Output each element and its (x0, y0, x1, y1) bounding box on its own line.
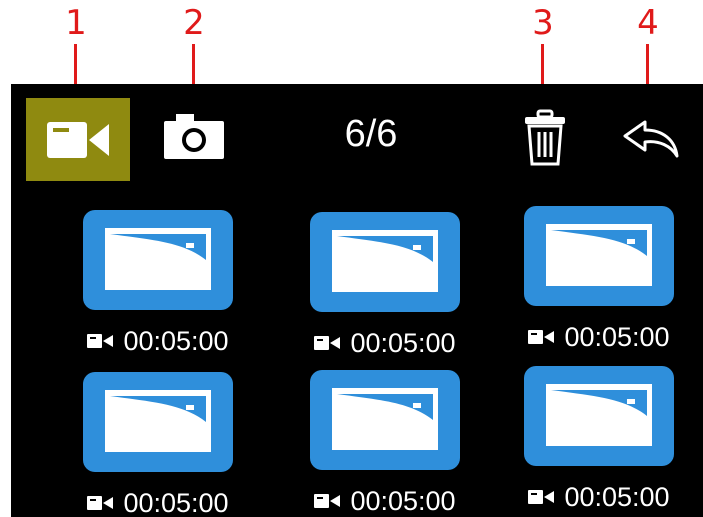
video-mode-button[interactable] (26, 98, 130, 181)
file-tile-3[interactable]: 00:05:00 (499, 206, 699, 366)
video-camera-icon (528, 490, 555, 504)
image-thumbnail-icon (310, 212, 460, 312)
callout-1: 1 (65, 3, 87, 43)
playback-screen: 6/6 00:05:00 00:05:00 00:05:00 00:05:00 … (11, 84, 703, 517)
image-thumbnail-icon (83, 210, 233, 310)
file-caption: 00:05:00 (285, 328, 485, 358)
video-camera-icon (47, 121, 109, 158)
video-camera-icon (87, 496, 114, 510)
file-caption: 00:05:00 (285, 486, 485, 516)
file-duration: 00:05:00 (123, 326, 229, 356)
file-duration: 00:05:00 (350, 486, 456, 516)
video-camera-icon (314, 336, 341, 350)
photo-mode-button[interactable] (159, 104, 229, 168)
back-button[interactable] (617, 108, 685, 168)
file-caption: 00:05:00 (58, 488, 258, 517)
page: 1 2 3 4 6/6 00:05:00 00:05:00 00:05:00 0… (0, 0, 703, 517)
video-camera-icon (87, 334, 114, 348)
file-caption: 00:05:00 (499, 322, 699, 352)
file-tile-4[interactable]: 00:05:00 (58, 372, 258, 517)
file-tile-1[interactable]: 00:05:00 (58, 210, 258, 370)
video-camera-icon (528, 330, 555, 344)
callout-2: 2 (183, 3, 205, 43)
image-thumbnail-icon (524, 366, 674, 466)
image-thumbnail-icon (310, 370, 460, 470)
trash-icon (525, 109, 565, 166)
file-duration: 00:05:00 (123, 488, 229, 517)
file-counter: 6/6 (344, 113, 398, 155)
callout-3: 3 (532, 3, 554, 43)
file-caption: 00:05:00 (58, 326, 258, 356)
file-tile-5[interactable]: 00:05:00 (285, 370, 485, 517)
file-duration: 00:05:00 (564, 482, 670, 512)
file-tile-2[interactable]: 00:05:00 (285, 212, 485, 372)
back-arrow-icon (623, 120, 679, 158)
file-tile-6[interactable]: 00:05:00 (499, 366, 699, 517)
file-duration: 00:05:00 (350, 328, 456, 358)
file-caption: 00:05:00 (499, 482, 699, 512)
file-duration: 00:05:00 (564, 322, 670, 352)
image-thumbnail-icon (524, 206, 674, 306)
delete-button[interactable] (516, 106, 574, 170)
image-thumbnail-icon (83, 372, 233, 472)
camera-icon (164, 114, 224, 159)
video-camera-icon (314, 494, 341, 508)
callout-4: 4 (637, 3, 659, 43)
